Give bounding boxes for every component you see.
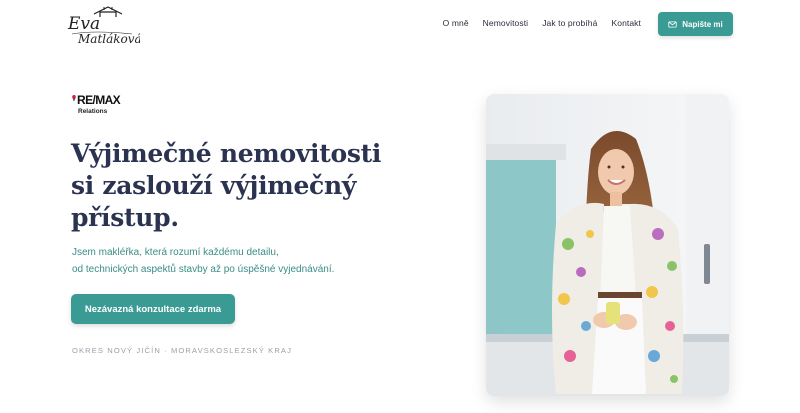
portrait-photo: [486, 94, 729, 396]
headline-line-1: Výjimečné nemovitosti: [71, 139, 382, 168]
subtext-line-1: Jsem makléřka, která rozumí každému deta…: [72, 247, 279, 258]
nav-link-process[interactable]: Jak to probíhá: [542, 18, 597, 28]
headline-line-3: přístup.: [71, 203, 179, 232]
nav-link-about[interactable]: O mně: [443, 18, 469, 28]
site-logo[interactable]: Eva Matláková: [64, 4, 142, 48]
hero-subtext: Jsem makléřka, která rozumí každému deta…: [72, 244, 392, 278]
nav-link-contact[interactable]: Kontakt: [611, 18, 641, 28]
balloon-icon: [72, 95, 76, 101]
logo-name-first: Eva: [67, 14, 100, 34]
subtext-line-2: od technických aspektů stavby až po úspě…: [72, 264, 335, 275]
contact-button[interactable]: Napište mi: [658, 12, 733, 36]
remax-logo: RE/MAX Relations: [72, 93, 132, 119]
region-label: OKRES NOVÝ JIČÍN · MORAVSKOSLEZSKÝ KRAJ: [72, 346, 292, 355]
remax-office: Relations: [78, 108, 108, 115]
hero-headline: Výjimečné nemovitosti si zaslouží výjime…: [71, 138, 391, 234]
mail-icon: [668, 20, 677, 28]
nav-link-properties[interactable]: Nemovitosti: [483, 18, 529, 28]
contact-button-label: Napište mi: [682, 19, 723, 29]
portrait-image: [486, 94, 729, 396]
remax-wordmark: RE/MAX: [77, 93, 121, 107]
consultation-button[interactable]: Nezávazná konzultace zdarma: [71, 294, 235, 324]
headline-line-2: si zaslouží výjimečný: [71, 171, 357, 200]
main-nav: O mně Nemovitosti Jak to probíhá Kontakt: [443, 18, 641, 28]
logo-mark-icon: Eva Matláková: [67, 6, 142, 46]
